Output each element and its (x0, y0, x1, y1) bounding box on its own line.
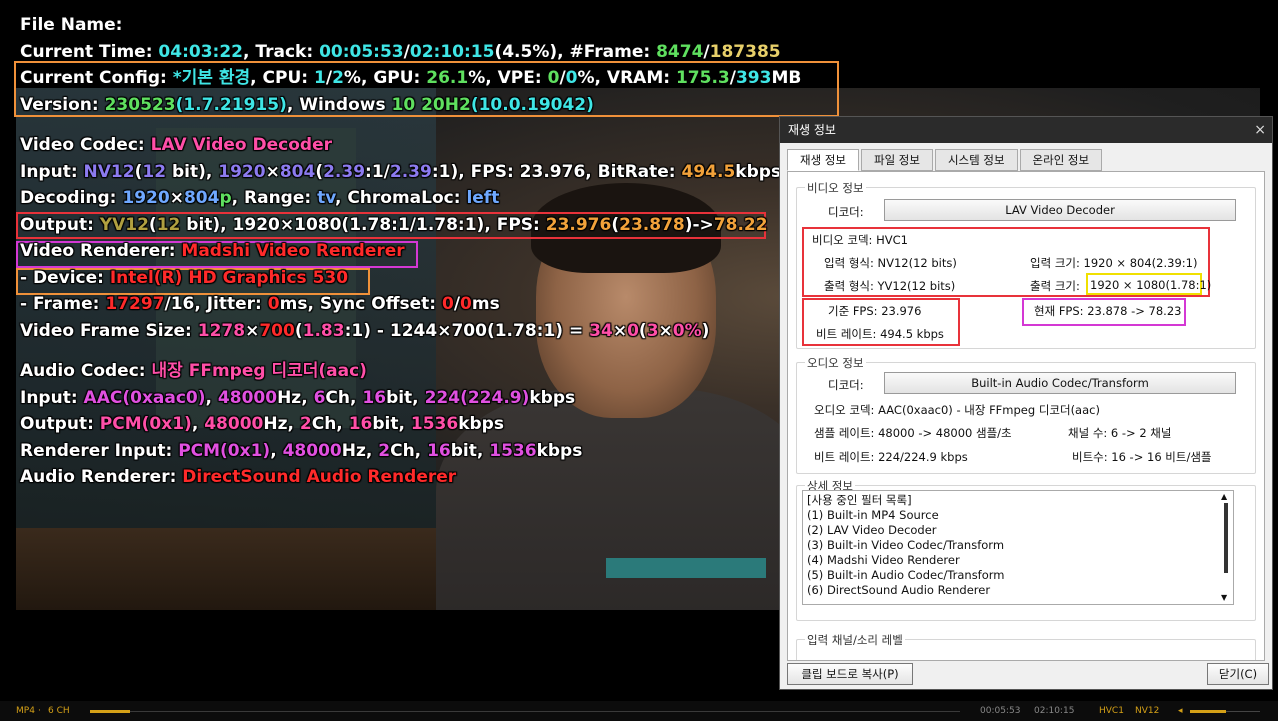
channels-label: 채널 수: 6 -> 2 채널 (1068, 426, 1172, 440)
dialog-tabs: 재생 정보 파일 정보 시스템 정보 온라인 정보 (787, 149, 1104, 171)
osd-frame: - Frame: 17297/16, Jitter: 0ms, Sync Off… (20, 294, 500, 314)
list-item: (6) DirectSound Audio Renderer (807, 583, 991, 597)
filter-list-scrollbar[interactable]: ▲ ▼ (1221, 493, 1231, 602)
tab-online-info[interactable]: 온라인 정보 (1019, 149, 1103, 171)
audio-codec-label: 오디오 코덱: AAC(0xaac0) - 내장 FFmpeg 디코더(aac) (814, 403, 1100, 417)
osd-current-config: Current Config: *기본 환경, CPU: 1/2%, GPU: … (20, 68, 802, 88)
osd-file-name: File Name: (20, 15, 123, 35)
audio-decoder-label: 디코더: (828, 378, 864, 392)
tab-panel: 비디오 정보 디코더: LAV Video Decoder 비디오 코덱: HV… (787, 171, 1265, 661)
osd-version: Version: 230523(1.7.21915), Windows 10 2… (20, 94, 594, 115)
container-badge: MP4 (16, 706, 35, 716)
scroll-down-icon[interactable]: ▼ (1221, 594, 1227, 602)
bits-label: 비트수: 16 -> 16 비트/샘플 (1072, 450, 1212, 464)
osd-current-time: Current Time: 04:03:22, Track: 00:05:53/… (20, 41, 781, 62)
audio-bitrate-label: 비트 레이트: 224/224.9 kbps (814, 450, 968, 464)
video-decoder-label: 디코더: (828, 205, 864, 219)
list-item: (2) LAV Video Decoder (807, 523, 937, 537)
level-title: 입력 채널/소리 레벨 (805, 632, 905, 648)
osd-audio-renderer: Audio Renderer: DirectSound Audio Render… (20, 467, 457, 487)
tab-playback-info[interactable]: 재생 정보 (787, 149, 859, 171)
seek-progress[interactable] (90, 710, 130, 713)
playback-info-dialog[interactable]: 재생 정보 × 재생 정보 파일 정보 시스템 정보 온라인 정보 비디오 정보… (779, 116, 1273, 690)
osd-video-output: Output: YV12(12 bit), 1920×1080(1.78:1/1… (20, 214, 768, 235)
output-format-label: 출력 형식: YV12(12 bits) (824, 279, 956, 293)
osd-overlay: File Name: Current Time: 04:03:22, Track… (20, 12, 801, 491)
list-item: (4) Madshi Video Renderer (807, 553, 960, 567)
seek-bar[interactable] (90, 711, 960, 712)
current-fps-label: 현재 FPS: 23.878 -> 78.23 (1034, 304, 1182, 318)
volume-level[interactable] (1190, 710, 1226, 713)
audio-info-title: 오디오 정보 (805, 355, 866, 371)
tab-system-info[interactable]: 시스템 정보 (934, 149, 1018, 171)
filter-list[interactable]: [사용 중인 필터 목록] (1) Built-in MP4 Source (2… (802, 490, 1234, 605)
osd-renderer-input: Renderer Input: PCM(0x1), 48000Hz, 2Ch, … (20, 440, 583, 461)
osd-video-input: Input: NV12(12 bit), 1920×804(2.39:1/2.3… (20, 161, 782, 182)
output-size-label: 출력 크기: (1030, 279, 1080, 293)
close-button[interactable]: 닫기(C) (1207, 663, 1269, 685)
scene-books (606, 558, 766, 578)
output-size-value: 1920 × 1080(1.78:1) (1090, 278, 1212, 292)
video-codec-badge: HVC1 (1099, 706, 1124, 716)
input-size-label: 입력 크기: 1920 × 804(2.39:1) (1030, 256, 1198, 270)
close-icon[interactable]: × (1254, 117, 1266, 143)
osd-video-frame-size: Video Frame Size: 1278×700(1.83:1) - 124… (20, 320, 710, 341)
status-bar: MP4 · 6 CH 00:05:53 02:10:15 HVC1 NV12 ◂ (0, 701, 1278, 721)
tab-file-info[interactable]: 파일 정보 (860, 149, 933, 171)
osd-video-renderer: Video Renderer: Madshi Video Renderer (20, 241, 405, 261)
scroll-thumb[interactable] (1224, 503, 1228, 573)
list-item: [사용 중인 필터 목록] (807, 493, 912, 507)
copy-clipboard-button[interactable]: 클립 보드로 복사(P) (787, 663, 913, 685)
dialog-title: 재생 정보 (788, 123, 836, 137)
osd-device: - Device: Intel(R) HD Graphics 530 (20, 267, 349, 288)
input-format-label: 입력 형식: NV12(12 bits) (824, 256, 957, 270)
total-time: 02:10:15 (1034, 706, 1075, 716)
base-fps-label: 기준 FPS: 23.976 (828, 304, 922, 318)
sample-rate-label: 샘플 레이트: 48000 -> 48000 샘플/초 (814, 426, 1012, 440)
osd-audio-codec: Audio Codec: 내장 FFmpeg 디코더(aac) (20, 361, 367, 381)
dialog-titlebar[interactable]: 재생 정보 × (780, 117, 1272, 143)
osd-video-codec: Video Codec: LAV Video Decoder (20, 135, 333, 155)
position-time: 00:05:53 (980, 706, 1021, 716)
status-dot: · (38, 706, 41, 716)
osd-audio-input: Input: AAC(0xaac0), 48000Hz, 6Ch, 16bit,… (20, 387, 576, 408)
pixel-format-badge: NV12 (1135, 706, 1160, 716)
video-info-title: 비디오 정보 (805, 180, 866, 196)
list-item: (5) Built-in Audio Codec/Transform (807, 568, 1005, 582)
bitrate-label: 비트 레이트: 494.5 kbps (816, 327, 944, 341)
level-group: 입력 채널/소리 레벨 (796, 632, 1256, 660)
osd-audio-output: Output: PCM(0x1), 48000Hz, 2Ch, 16bit, 1… (20, 414, 504, 434)
video-decoder-button[interactable]: LAV Video Decoder (884, 199, 1236, 221)
volume-icon[interactable]: ◂ (1178, 706, 1183, 716)
audio-decoder-button[interactable]: Built-in Audio Codec/Transform (884, 372, 1236, 394)
video-codec-label: 비디오 코덱: HVC1 (812, 233, 908, 247)
channels-badge: 6 CH (48, 706, 70, 716)
list-item: (3) Built-in Video Codec/Transform (807, 538, 1005, 552)
scroll-up-icon[interactable]: ▲ (1221, 493, 1227, 501)
list-item: (1) Built-in MP4 Source (807, 508, 939, 522)
osd-decoding: Decoding: 1920×804p, Range: tv, ChromaLo… (20, 188, 500, 208)
